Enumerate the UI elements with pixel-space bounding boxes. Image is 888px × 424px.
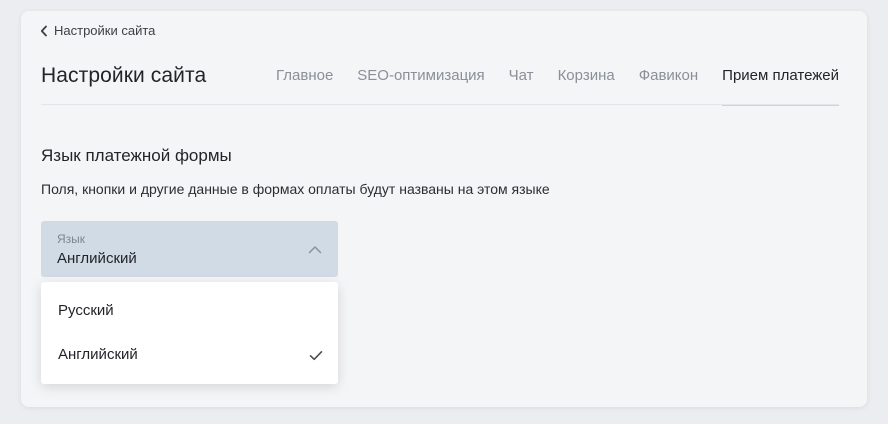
chevron-up-icon bbox=[308, 241, 322, 259]
page-title: Настройки сайта bbox=[41, 64, 207, 87]
language-select[interactable]: Язык Английский bbox=[41, 221, 338, 277]
language-select-label: Язык bbox=[57, 232, 86, 246]
dropdown-option-russian[interactable]: Русский bbox=[41, 289, 338, 333]
option-label: Английский bbox=[58, 346, 138, 363]
tab-chat[interactable]: Чат bbox=[509, 67, 534, 105]
tab-main[interactable]: Главное bbox=[276, 67, 333, 105]
tab-bar: Главное SEO-оптимизация Чат Корзина Фави… bbox=[276, 67, 839, 106]
tab-seo[interactable]: SEO-оптимизация bbox=[357, 67, 484, 105]
section-title: Язык платежной формы bbox=[41, 146, 232, 165]
tab-cart[interactable]: Корзина bbox=[558, 67, 615, 105]
tab-payments[interactable]: Прием платежей bbox=[722, 67, 839, 106]
option-label: Русский bbox=[58, 302, 114, 319]
language-select-value: Английский bbox=[57, 250, 137, 267]
back-link-label: Настройки сайта bbox=[54, 23, 156, 38]
language-dropdown: Русский Английский bbox=[41, 282, 338, 384]
tabs-divider bbox=[41, 104, 839, 105]
back-link[interactable]: Настройки сайта bbox=[40, 23, 155, 38]
section-description: Поля, кнопки и другие данные в формах оп… bbox=[41, 181, 550, 197]
checkmark-icon bbox=[309, 348, 323, 366]
settings-card: Настройки сайта Настройки сайта Главное … bbox=[21, 11, 867, 407]
dropdown-option-english[interactable]: Английский bbox=[41, 333, 338, 377]
tab-favicon[interactable]: Фавикон bbox=[639, 67, 698, 105]
chevron-left-icon bbox=[40, 25, 48, 37]
